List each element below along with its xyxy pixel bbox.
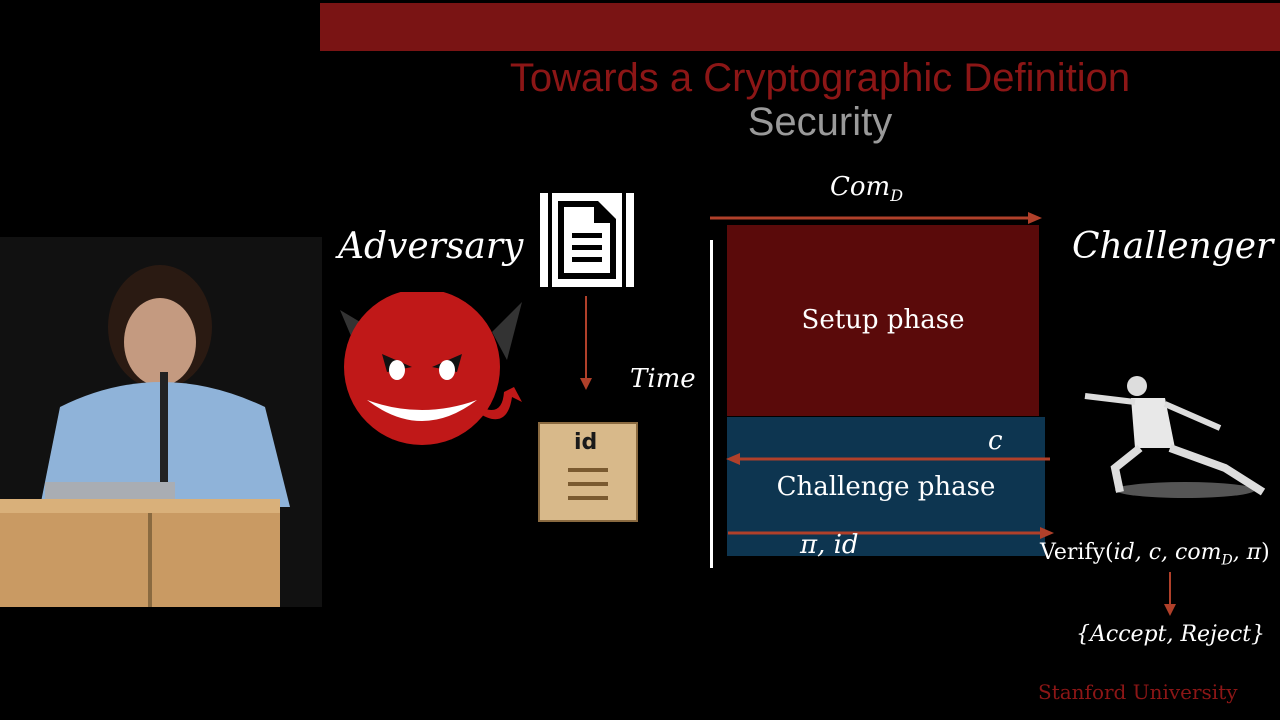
response-arrow — [728, 527, 1054, 539]
result-set: {Accept, Reject} — [1076, 622, 1266, 647]
slide-subtitle: Security — [747, 100, 893, 144]
fencer-icon — [1084, 376, 1266, 498]
id-badge-text: id — [574, 430, 598, 455]
commitment-label: ComD — [830, 172, 904, 206]
slide-title: Towards a Cryptographic Definition — [509, 56, 1131, 100]
verify-args: id, c, comD, π — [1113, 540, 1262, 569]
challenge-value-label: c — [988, 426, 1003, 456]
response-label: π, id — [800, 530, 859, 560]
speaker-illustration — [0, 237, 322, 607]
time-axis-label: Time — [630, 364, 696, 394]
id-document-icon: id — [538, 422, 638, 522]
verify-close: ) — [1261, 540, 1270, 565]
document-icon — [540, 193, 634, 287]
header-bar — [320, 3, 1280, 51]
verify-text: Verify( — [1040, 540, 1114, 565]
devil-icon — [340, 292, 522, 445]
timeline — [710, 240, 713, 568]
verify-expression: Verify(id, c, comD, π) — [1040, 540, 1270, 568]
adversary-label: Adversary — [338, 226, 524, 267]
stanford-logo-text: Stanford University — [1038, 680, 1238, 704]
commitment-subscript: D — [890, 186, 904, 206]
challenger-label: Challenger — [1072, 226, 1274, 267]
setup-phase-label: Setup phase — [801, 305, 965, 335]
challenge-phase-label: Challenge phase — [776, 472, 996, 502]
document-to-id-arrow — [580, 296, 592, 390]
challenge-arrow — [726, 453, 1050, 465]
verify-to-result-arrow — [1164, 572, 1176, 616]
speaker-video — [0, 237, 322, 607]
